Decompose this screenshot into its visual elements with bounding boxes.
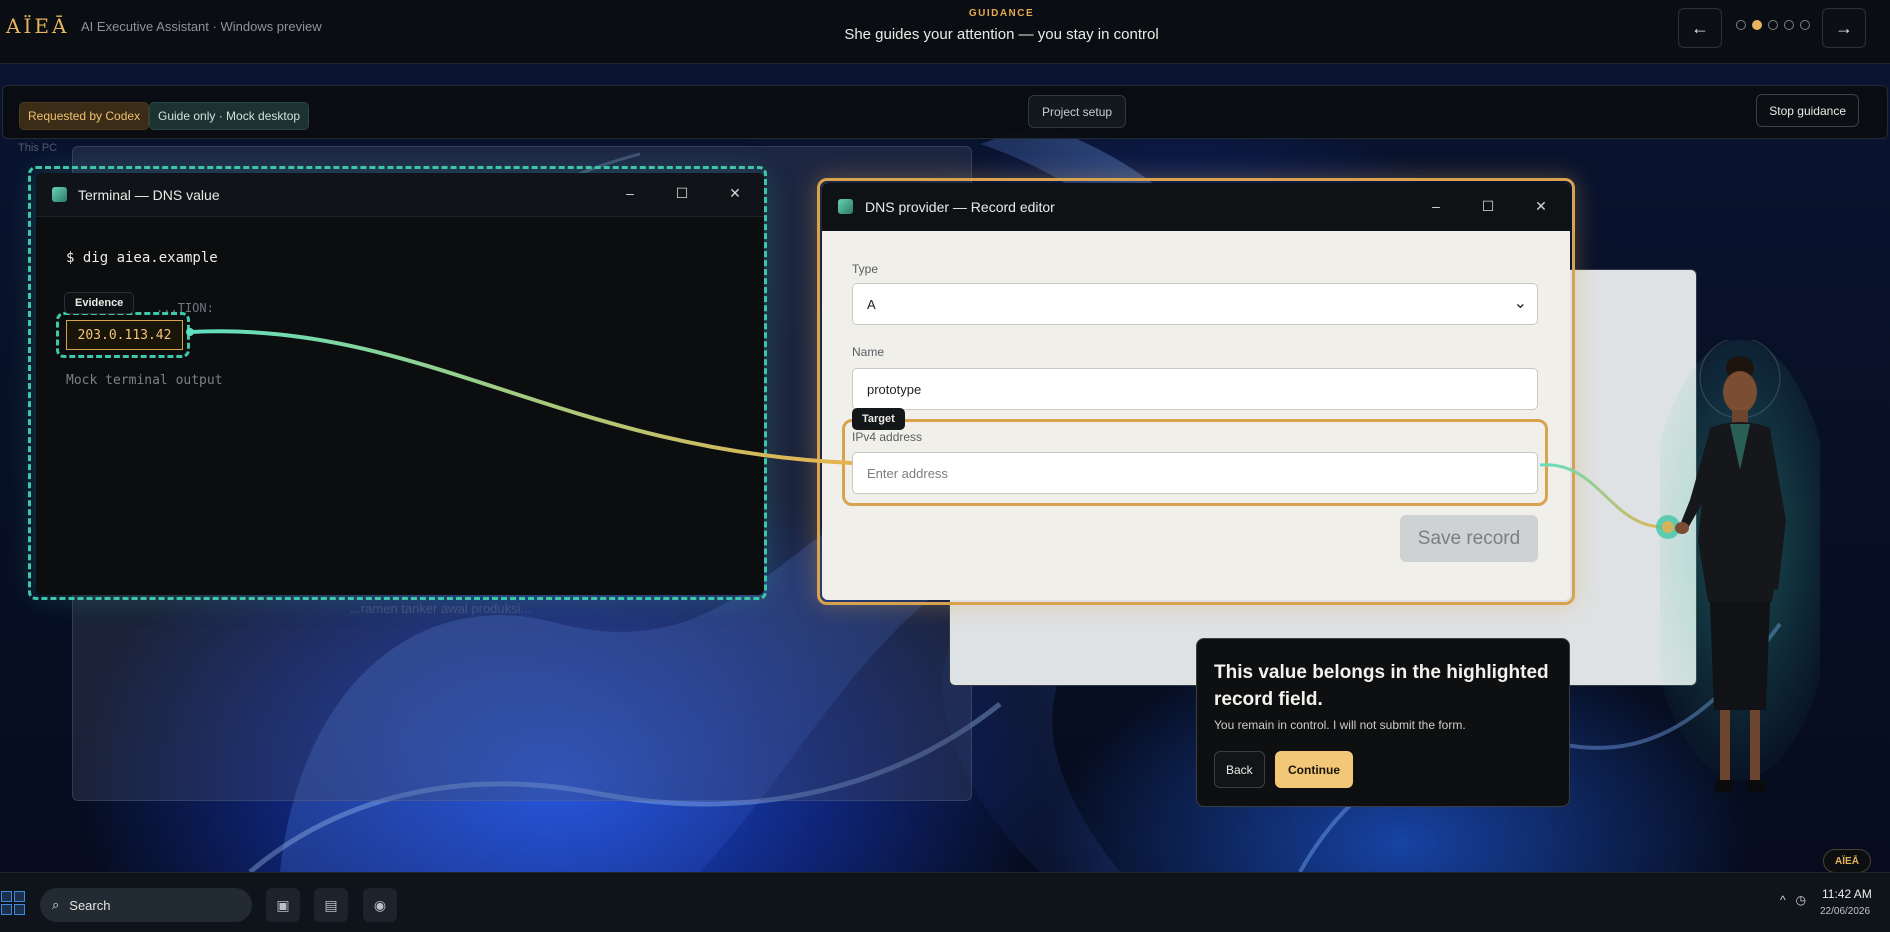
back-button[interactable]: Back bbox=[1214, 751, 1265, 788]
continue-button[interactable]: Continue bbox=[1275, 751, 1353, 788]
taskbar-date[interactable]: 22/06/2026 bbox=[1820, 906, 1870, 917]
taskbar-search[interactable]: ⌕ Search bbox=[40, 888, 252, 922]
file-explorer-icon[interactable]: ▤ bbox=[314, 888, 348, 922]
tray-clock-icon[interactable]: ◷ bbox=[1796, 893, 1806, 907]
tray-expand-icon[interactable]: ^ bbox=[1780, 893, 1786, 907]
taskbar-search-label: Search bbox=[69, 897, 111, 913]
assistant-to-target-connector bbox=[1539, 463, 1669, 529]
taskbar: ⌕ Search ▣ ▤ ◉ ^ ◷ 11:42 AM 22/06/2026 bbox=[0, 872, 1890, 932]
assistant-avatar bbox=[1660, 340, 1820, 792]
evidence-to-target-connector bbox=[189, 329, 853, 465]
system-tray: ^ ◷ bbox=[1780, 893, 1806, 907]
taskbar-time[interactable]: 11:42 AM bbox=[1822, 887, 1872, 901]
browser-icon[interactable]: ◉ bbox=[363, 888, 397, 922]
guidance-card: This value belongs in the highlighted re… bbox=[1196, 638, 1570, 807]
task-view-icon[interactable]: ▣ bbox=[266, 888, 300, 922]
guidance-connectors bbox=[186, 328, 1680, 539]
guidance-card-body: You remain in control. I will not submit… bbox=[1214, 718, 1466, 732]
aiea-badge[interactable]: AÏEĀ bbox=[1823, 849, 1871, 873]
windows-start-icon[interactable] bbox=[1, 891, 25, 915]
guidance-card-title: This value belongs in the highlighted re… bbox=[1214, 662, 1549, 710]
connector-endpoint bbox=[186, 328, 194, 336]
search-icon: ⌕ bbox=[52, 897, 60, 912]
